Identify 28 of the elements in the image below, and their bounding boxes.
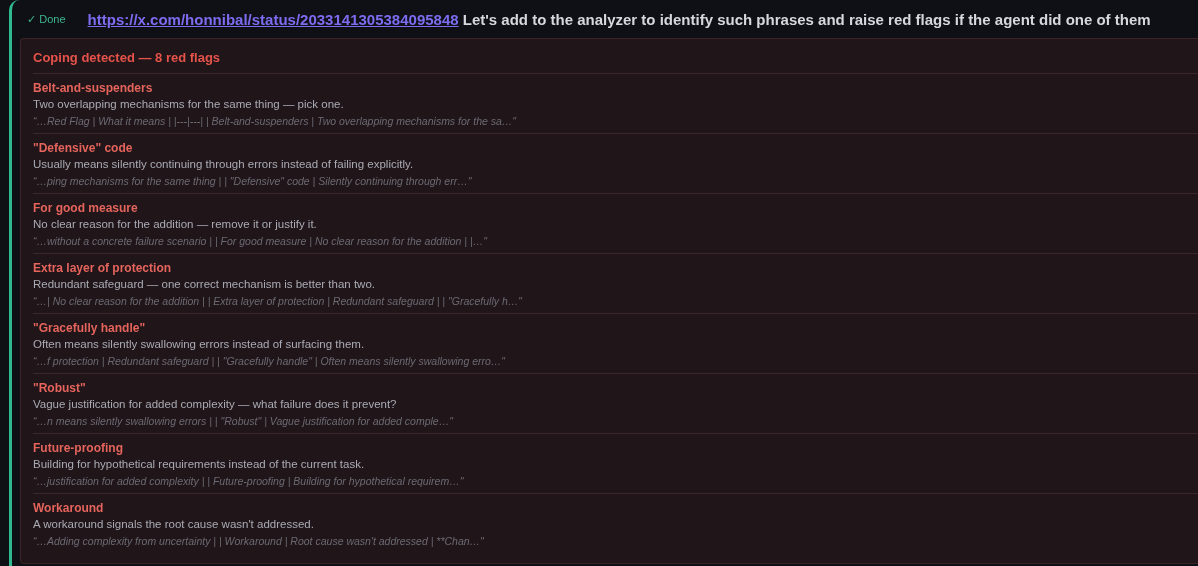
flag-title: Future-proofing (33, 440, 124, 456)
flag-description: Vague justification for added complexity — what failure does it prevent? (33, 397, 398, 412)
flag-title: "Robust" (33, 380, 87, 396)
flag-title: "Gracefully handle" (33, 320, 147, 336)
flag-description: Two overlapping mechanisms for the same thing — pick one. (33, 97, 345, 112)
flag-title: Workaround (33, 500, 105, 516)
flag-title: For good measure (33, 200, 139, 216)
status-label: ✓ Done (27, 12, 66, 26)
message-text: https://x.com/honnibal/status/2033141305384095848 Let's add to the analyzer to identify such phrases and raise red flags if the agent did one of them (87, 10, 1151, 28)
flag-excerpt: “…| No clear reason for the addition | | Extra layer of protection | Redundant safeguard | | "Gracefully h…" (33, 294, 524, 309)
flag-excerpt: “…justification for added complexity | | Future-proofing | Building for hypothetical requirem…" (33, 474, 465, 489)
flag-excerpt: “…n means silently swallowing errors | | "Robust" | Vague justification for added comple…" (33, 414, 455, 429)
flag-title: Extra layer of protection (33, 260, 173, 276)
flag-description: A workaround signals the root cause wasn't addressed. (33, 517, 315, 532)
flag-excerpt: “…without a concrete failure scenario | | For good measure | No clear reason for the addition | |…" (33, 234, 489, 249)
flag-excerpt: “…f protection | Redundant safeguard | | "Gracefully handle" | Often means silently swallowing erro…" (33, 354, 507, 369)
flag-title: "Defensive" code (33, 140, 134, 156)
flag-description: No clear reason for the addition — remove it or justify it. (33, 217, 318, 232)
flag-excerpt: “…ping mechanisms for the same thing | | "Defensive" code | Silently continuing through err…" (33, 174, 473, 189)
flag-description: Often means silently swallowing errors instead of surfacing them. (33, 337, 366, 352)
flag-excerpt: “…Adding complexity from uncertainty | | Workaround | Root cause wasn't addressed | **Chan…" (33, 534, 485, 549)
flag-excerpt: “…Red Flag | What it means | |---|---| | Belt-and-suspenders | Two overlapping mechanisms for the sa…" (33, 114, 518, 129)
link[interactable]: https://x.com/honnibal/status/2033141305384095848 (87, 10, 459, 28)
flag-description: Building for hypothetical requirements instead of the current task. (33, 457, 366, 472)
flag-title: Belt-and-suspenders (33, 80, 154, 96)
flag-description: Usually means silently continuing through errors instead of failing explicitly. (33, 157, 415, 172)
flag-description: Redundant safeguard — one correct mechanism is better than two. (33, 277, 376, 292)
panel-title: Coping detected — 8 red flags (33, 39, 1198, 74)
